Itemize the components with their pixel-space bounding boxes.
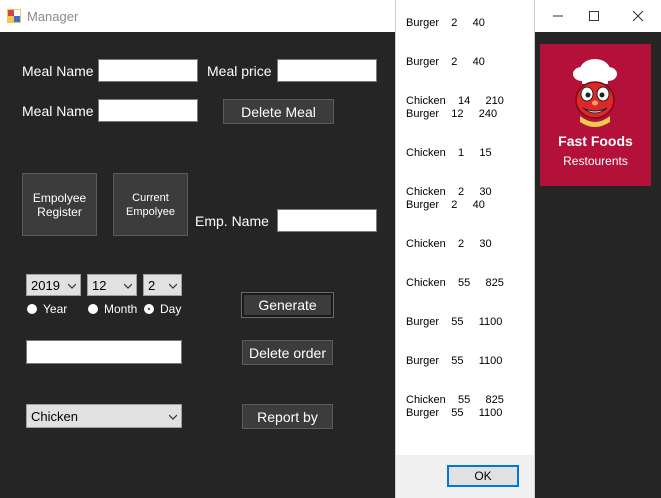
emp-name-input[interactable] [277,209,377,232]
employee-register-label-1: Empolyee [32,190,87,205]
message-line: Burger 12 240 [406,108,498,120]
order-input[interactable] [26,340,182,364]
radio-year[interactable]: Year [27,302,67,316]
chevron-down-icon [169,414,177,420]
minimize-icon [553,15,563,17]
radio-year-dot [27,304,37,314]
category-select[interactable]: Chicken [26,404,182,428]
emp-name-label: Emp. Name [195,213,269,229]
window-title: Manager [27,9,79,24]
chevron-down-icon [68,283,76,289]
radio-day-label: Day [160,302,182,316]
app-icon [7,9,21,23]
category-select-value: Chicken [31,408,78,424]
current-employee-label-2: Empolyee [126,205,175,218]
current-employee-button[interactable]: Current Empolyee [113,173,188,236]
meal-name-input-2[interactable] [98,99,198,122]
radio-month-dot [88,304,98,314]
meal-price-label: Meal price [207,63,272,79]
meal-price-input[interactable] [277,59,377,82]
delete-order-button[interactable]: Delete order [242,340,333,365]
year-select[interactable]: 2019 [26,274,81,296]
mascot-icon [573,59,617,127]
employee-register-label-2: Register [37,204,82,219]
title-bar: Manager [0,0,661,32]
message-line: Burger 55 1100 [406,407,503,419]
message-line: Burger 2 40 [406,199,485,211]
employee-register-button[interactable]: Empolyee Register [22,173,97,236]
message-line: Chicken 2 30 [406,238,492,250]
message-line: Burger 2 40 [406,56,485,68]
ok-button[interactable]: OK [447,465,519,487]
logo-title: Fast Foods [558,133,633,149]
meal-name-label: Meal Name [22,63,94,79]
close-icon [632,10,644,22]
day-select-value: 2 [148,277,156,293]
message-line: Chicken 1 15 [406,147,492,159]
message-box-footer: OK [396,455,534,498]
message-line: Burger 55 1100 [406,355,503,367]
report-by-button[interactable]: Report by [242,404,333,429]
maximize-icon [589,11,599,21]
generate-button[interactable]: Generate [241,292,334,318]
message-line: Chicken 55 825 [406,394,504,406]
radio-month-label: Month [104,302,138,316]
close-button[interactable] [615,0,661,32]
message-line: Burger 55 1100 [406,316,503,328]
delete-meal-button[interactable]: Delete Meal [223,99,334,124]
maximize-button[interactable] [571,0,617,32]
meal-name-input[interactable] [98,59,198,82]
meal-name-label-2: Meal Name [22,103,94,119]
message-line: Chicken 14 210 [406,95,504,107]
chevron-down-icon [169,283,177,289]
radio-day[interactable]: Day [144,302,181,316]
brand-logo: Fast Foods Restourents [540,44,651,186]
radio-day-dot [144,304,154,314]
current-employee-label-1: Current [132,191,169,204]
chevron-down-icon [124,283,132,289]
message-box: Burger 2 40 Burger 2 40 Chicken 14 210 B… [395,0,535,498]
radio-month[interactable]: Month [88,302,137,316]
year-select-value: 2019 [31,277,60,293]
message-line: Chicken 55 825 [406,277,504,289]
message-line: Chicken 2 30 [406,186,492,198]
month-select-value: 12 [92,277,107,293]
logo-subtitle: Restourents [563,154,628,168]
message-line: Burger 2 40 [406,17,485,29]
radio-year-label: Year [43,302,68,316]
month-select[interactable]: 12 [87,274,137,296]
day-select[interactable]: 2 [143,274,182,296]
